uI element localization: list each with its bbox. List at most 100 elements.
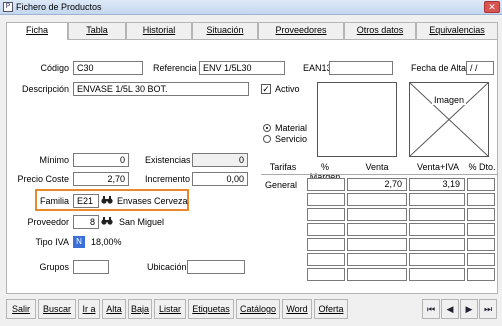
fecha-alta-label: Fecha de Alta [411, 63, 467, 73]
proveedor-name: San Miguel [119, 217, 165, 227]
ean13-field[interactable] [329, 61, 393, 75]
next-icon: ▶ [465, 304, 473, 314]
tarifa-dto-cell[interactable] [467, 178, 495, 191]
familia-code-field[interactable]: E21 [73, 194, 99, 208]
tarifa-margen-cell[interactable] [307, 238, 345, 251]
activo-checkbox[interactable]: ✓ [261, 84, 271, 94]
tarifa-venta-iva-cell[interactable] [409, 223, 465, 236]
listar-button[interactable]: Listar [154, 299, 186, 319]
prev-icon: ◀ [446, 304, 454, 314]
tab-ficha[interactable]: Ficha [6, 22, 68, 40]
buscar-button[interactable]: Buscar [38, 299, 76, 319]
material-radio[interactable] [263, 124, 271, 132]
familia-lookup-icon[interactable] [101, 195, 113, 207]
tarifa-margen-cell[interactable] [307, 193, 345, 206]
familia-label: Familia [39, 196, 69, 206]
tarifa-margen-cell[interactable] [307, 178, 345, 191]
product-file-window: P Fichero de Productos ✕ Ficha Tabla His… [0, 0, 502, 326]
oferta-button[interactable]: Oferta [314, 299, 348, 319]
tarifa-dto-cell[interactable] [467, 208, 495, 221]
title-bar: P Fichero de Productos ✕ [0, 0, 502, 15]
tarifa-dto-cell[interactable] [467, 253, 495, 266]
tarifa-margen-cell[interactable] [307, 208, 345, 221]
venta-header: Venta [365, 162, 389, 172]
tarifa-venta-cell[interactable] [347, 268, 407, 281]
proveedor-lookup-icon[interactable] [101, 216, 113, 228]
tarifa-venta-cell[interactable] [347, 208, 407, 221]
tarifa-margen-cell[interactable] [307, 253, 345, 266]
ficha-panel: Código C30 Referencia ENV 1/5L30 EAN13 F… [6, 39, 498, 294]
tarifa-dto-cell[interactable] [467, 223, 495, 236]
first-icon: ⏮ [426, 304, 436, 314]
close-button[interactable]: ✕ [484, 1, 500, 13]
tarifa-dto-cell[interactable] [467, 193, 495, 206]
prev-record-button[interactable]: ◀ [441, 299, 459, 319]
binoculars-icon [101, 217, 113, 225]
dto-header: % Dto. [468, 162, 496, 172]
tarifa-venta-iva-cell[interactable]: 3,19 [409, 178, 465, 191]
servicio-label: Servicio [275, 134, 308, 144]
tipo-iva-code[interactable]: N [73, 236, 85, 248]
tab-otros-datos[interactable]: Otros datos [344, 22, 416, 39]
tarifas-header: Tarifas [269, 162, 297, 172]
tarifa-dto-cell[interactable] [467, 268, 495, 281]
tab-proveedores[interactable]: Proveedores [258, 22, 344, 39]
grupos-label: Grupos [39, 262, 69, 272]
ir-a-button[interactable]: Ir a [78, 299, 100, 319]
tarifa-margen-cell[interactable] [307, 223, 345, 236]
proveedor-label: Proveedor [27, 217, 69, 227]
image-placeholder[interactable]: Imagen [409, 82, 489, 157]
catalogo-button[interactable]: Catálogo [236, 299, 280, 319]
referencia-field[interactable]: ENV 1/5L30 [199, 61, 285, 75]
tipo-iva-label: Tipo IVA [35, 237, 69, 247]
imagen-label: Imagen [431, 95, 467, 105]
tarifa-venta-cell[interactable]: 2,70 [347, 178, 407, 191]
tab-situacion[interactable]: Situación [192, 22, 258, 39]
tarifa-margen-cell[interactable] [307, 268, 345, 281]
tarifa-venta-iva-cell[interactable] [409, 208, 465, 221]
precio-coste-label: Precio Coste [17, 174, 69, 184]
activo-label: Activo [275, 84, 300, 94]
tarifa-venta-iva-cell[interactable] [409, 193, 465, 206]
word-button[interactable]: Word [282, 299, 312, 319]
ean13-label: EAN13 [303, 63, 332, 73]
tarifa-venta-iva-cell[interactable] [409, 238, 465, 251]
salir-button[interactable]: Salir [6, 299, 36, 319]
ubicacion-label: Ubicación [147, 262, 187, 272]
tarifa-venta-iva-cell[interactable] [409, 253, 465, 266]
referencia-label: Referencia [153, 63, 197, 73]
tarifa-venta-cell[interactable] [347, 238, 407, 251]
precio-coste-field[interactable]: 2,70 [73, 172, 129, 186]
bottom-toolbar: Salir Buscar Ir a Alta Baja Listar Etiqu… [6, 299, 498, 319]
app-icon: P [3, 2, 13, 12]
baja-button[interactable]: Baja [128, 299, 152, 319]
tarifa-dto-cell[interactable] [467, 238, 495, 251]
grupos-field[interactable] [73, 260, 109, 274]
first-record-button[interactable]: ⏮ [422, 299, 440, 319]
codigo-field[interactable]: C30 [73, 61, 143, 75]
image-cross-icon [410, 83, 488, 156]
tarifa-venta-cell[interactable] [347, 223, 407, 236]
servicio-radio[interactable] [263, 135, 271, 143]
tarifa-venta-iva-cell[interactable] [409, 268, 465, 281]
minimo-field[interactable]: 0 [73, 153, 129, 167]
proveedor-code-field[interactable]: 8 [73, 215, 99, 229]
fecha-alta-field[interactable]: / / [466, 61, 494, 75]
descripcion-label: Descripción [21, 84, 69, 94]
incremento-field[interactable]: 0,00 [192, 172, 248, 186]
tab-historial[interactable]: Historial [126, 22, 192, 39]
tarifa-venta-cell[interactable] [347, 193, 407, 206]
tab-tabla[interactable]: Tabla [68, 22, 126, 39]
tarifa-venta-cell[interactable] [347, 253, 407, 266]
etiquetas-button[interactable]: Etiquetas [188, 299, 234, 319]
tab-equivalencias[interactable]: Equivalencias [416, 22, 498, 39]
descripcion-field[interactable]: ENVASE 1/5L 30 BOT. [73, 82, 249, 96]
last-record-button[interactable]: ⏭ [479, 299, 497, 319]
incremento-label: Incremento [145, 174, 191, 184]
binoculars-icon [101, 196, 113, 204]
alta-button[interactable]: Alta [102, 299, 126, 319]
next-record-button[interactable]: ▶ [460, 299, 478, 319]
ubicacion-field[interactable] [187, 260, 245, 274]
venta-iva-header: Venta+IVA [416, 162, 460, 172]
minimo-label: Mínimo [39, 155, 69, 165]
